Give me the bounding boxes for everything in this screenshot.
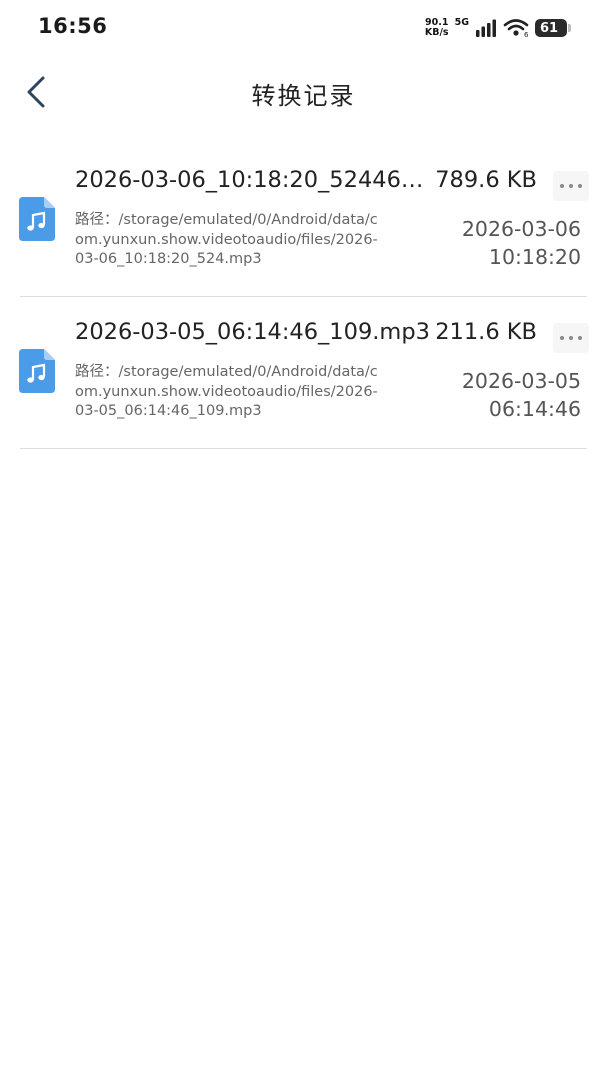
more-dot <box>578 336 582 340</box>
svg-text:6: 6 <box>524 31 529 38</box>
more-dot <box>569 336 573 340</box>
battery-cap <box>568 24 571 32</box>
status-icons: 90.1 KB/s 5G 6 61 <box>425 15 571 41</box>
battery-icon: 61 <box>535 19 571 37</box>
audio-file-icon <box>19 197 55 241</box>
record-date: 2026-03-06 10:18:20 <box>461 217 581 269</box>
wifi-icon: 6 <box>503 19 529 38</box>
status-time: 16:56 <box>38 14 108 38</box>
record-item[interactable]: 2026-03-05_06:14:46_109.mp3 211.6 KB 路径：… <box>0 297 607 449</box>
status-bar: 16:56 90.1 KB/s 5G 6 61 <box>0 0 607 56</box>
network-type: 5G <box>454 17 469 28</box>
record-list: 2026-03-06_10:18:20_524468... 789.6 KB 路… <box>0 145 607 449</box>
record-file-size: 211.6 KB <box>435 319 537 345</box>
record-date: 2026-03-05 06:14:46 <box>461 369 581 421</box>
more-options-button[interactable] <box>553 323 589 353</box>
more-dot <box>560 336 564 340</box>
record-file-path: 路径：/storage/emulated/0/Android/data/com.… <box>75 212 378 267</box>
record-file-size: 789.6 KB <box>435 167 537 193</box>
audio-file-icon <box>19 349 55 393</box>
page-title: 转换记录 <box>251 82 356 110</box>
divider <box>20 448 587 449</box>
record-item[interactable]: 2026-03-06_10:18:20_524468... 789.6 KB 路… <box>0 145 607 297</box>
record-file-path: 路径：/storage/emulated/0/Android/data/com.… <box>75 364 378 419</box>
more-dot <box>578 184 582 188</box>
net-speed-unit: KB/s <box>424 27 449 38</box>
record-file-name: 2026-03-06_10:18:20_524468... <box>75 167 430 193</box>
record-file-name: 2026-03-05_06:14:46_109.mp3 <box>75 319 430 345</box>
more-options-button[interactable] <box>553 171 589 201</box>
signal-icon <box>476 19 496 37</box>
net-speed: 90.1 KB/s <box>425 18 449 38</box>
battery-level: 61 <box>540 20 559 36</box>
more-dot <box>560 184 564 188</box>
app-bar: 转换记录 <box>0 60 607 126</box>
more-dot <box>569 184 573 188</box>
